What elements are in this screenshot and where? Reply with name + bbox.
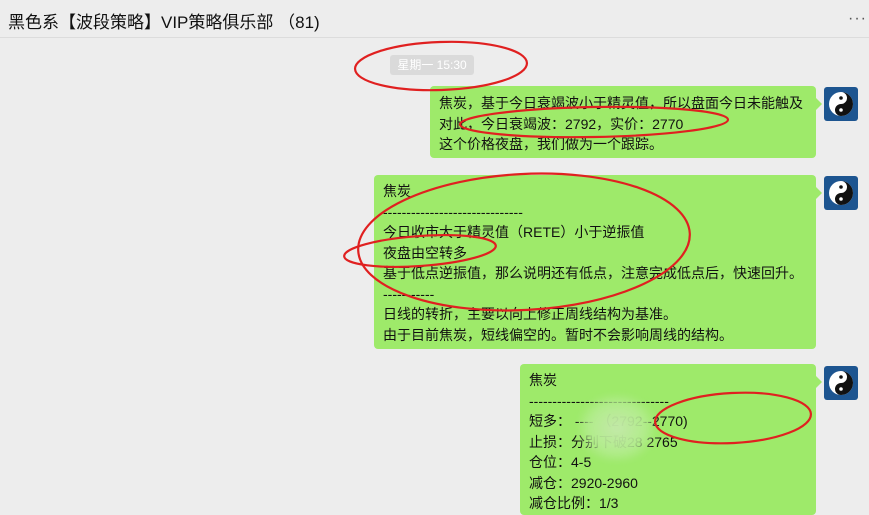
message-line: 日线的转折，主要以向上修正周线结构为基准。 [383,306,677,322]
message-bubble-3[interactable]: 焦炭 ------------------------------ 短多： --… [520,364,822,515]
message-line: 焦炭 [529,372,557,388]
message-bubble-2[interactable]: 焦炭 ------------------------------ 今日收市大于… [374,175,822,349]
message-line: ------------------------------ [383,203,523,220]
blurred-redaction [578,394,656,462]
message-line: 基于低点逆振值，那么说明还有低点，注意完成低点后，快速回升。 [383,265,803,281]
message-line: 仓位：4-5 [529,454,592,470]
yin-yang-icon [829,181,853,205]
sender-avatar[interactable] [824,366,858,400]
message-line: 减仓：2920-2960 [529,474,638,491]
message-line: 由于目前焦炭，短线偏空的。暂时不会影响周线的结构。 [383,326,733,343]
sender-avatar[interactable] [824,87,858,121]
message-line: ----------- [383,285,435,302]
more-dots-icon[interactable]: ··· [848,10,867,28]
chat-title: 黑色系【波段策略】VIP策略俱乐部 （81) [8,13,320,32]
message-line: 止损：分别下破28 2765 [529,433,678,450]
message-line: ------------------------------ [529,391,807,412]
message-line: 今日收市大于精灵值（RETE）小于逆振值 [383,224,645,240]
message-line: 这个价格夜盘，我们做为一个跟踪。 [439,136,663,152]
message-line: 减仓比例：1/3 [529,495,619,511]
message-timestamp: 星期一 15:30 [390,55,474,75]
message-line: 短多： ---- （2792--2770) [529,413,688,429]
yin-yang-icon [829,92,853,116]
message-line: 焦炭 [383,183,411,199]
message-bubble-1[interactable]: 焦炭，基于今日衰竭波小于精灵值，所以盘面今日未能触及 对此，今日衰竭波：2792… [430,86,822,158]
yin-yang-icon [829,371,853,395]
message-line: 夜盘由空转多 [383,244,467,261]
sender-avatar[interactable] [824,176,858,210]
message-line: 对此，今日衰竭波：2792，实价：2770 [439,115,684,132]
message-line: 焦炭，基于今日衰竭波小于精灵值，所以盘面今日未能触及 [439,95,803,111]
chat-title-bar: 黑色系【波段策略】VIP策略俱乐部 （81) ··· [0,0,869,38]
